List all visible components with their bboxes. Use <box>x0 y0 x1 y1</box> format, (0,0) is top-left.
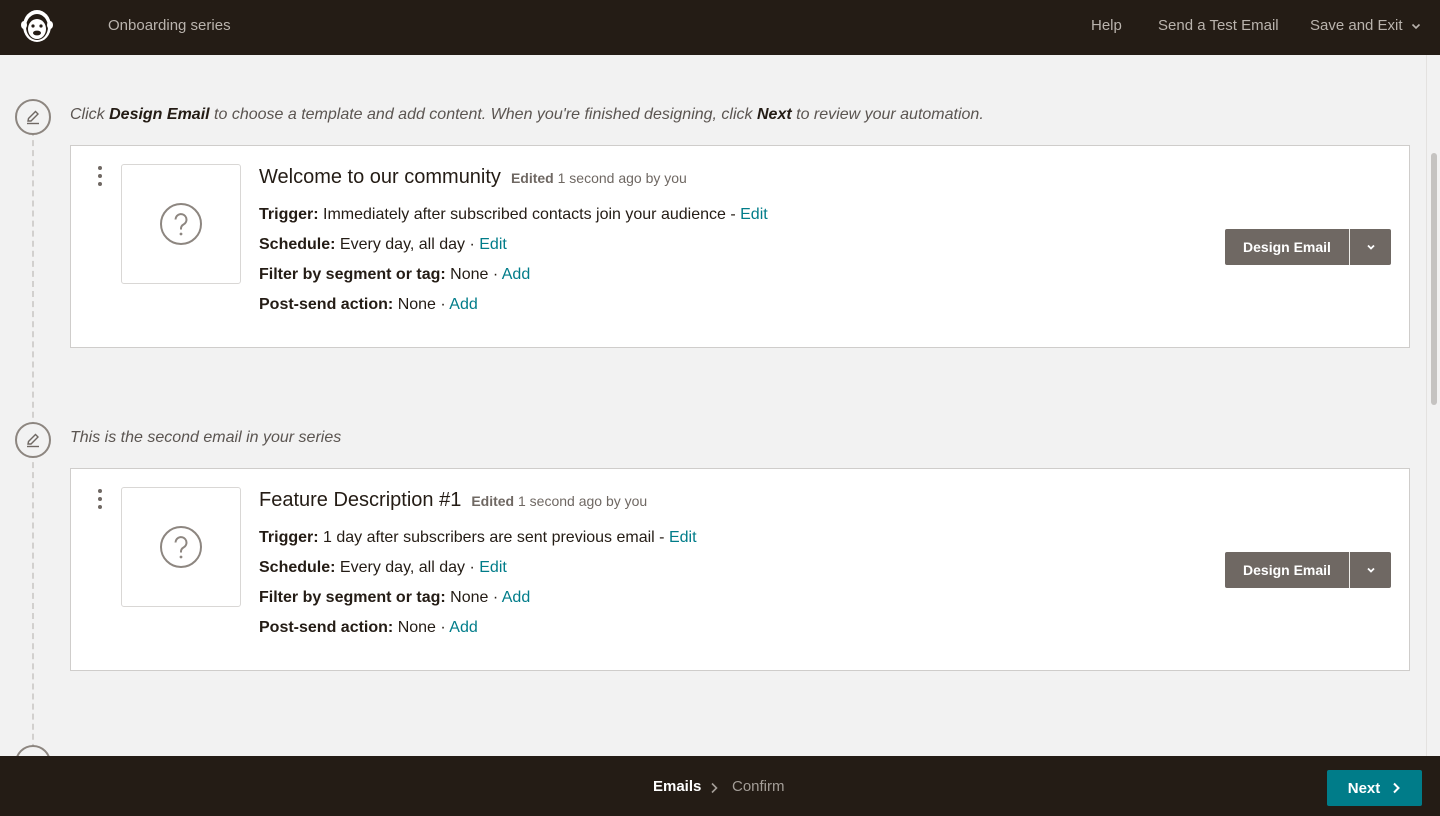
more-options-icon[interactable] <box>97 166 103 188</box>
more-options-icon[interactable] <box>97 489 103 511</box>
next-button-label: Next <box>1347 779 1381 797</box>
email-thumbnail[interactable] <box>121 487 241 607</box>
chevron-down-icon <box>1411 23 1420 29</box>
vertical-scrollbar[interactable] <box>1426 55 1440 756</box>
post-send-add-link[interactable]: Add <box>449 619 477 636</box>
post-send-row: Post-send action: None · Add <box>259 296 478 313</box>
schedule-row: Schedule: Every day, all day · Edit <box>259 559 507 576</box>
chevron-right-icon <box>711 782 718 794</box>
email-card-1: Welcome to our community Edited 1 second… <box>70 145 1410 348</box>
chevron-right-icon <box>1393 782 1401 794</box>
mailchimp-logo-icon[interactable] <box>18 5 56 45</box>
schedule-edit-link[interactable]: Edit <box>479 236 507 253</box>
help-link[interactable]: Help <box>1091 17 1122 34</box>
post-send-row: Post-send action: None · Add <box>259 619 478 636</box>
trigger-row: Trigger: Immediately after subscribed co… <box>259 206 768 223</box>
email-title: Welcome to our community <box>259 166 501 188</box>
trigger-row: Trigger: 1 day after subscribers are sen… <box>259 529 697 546</box>
edited-status: Edited 1 second ago by you <box>510 170 687 186</box>
schedule-row: Schedule: Every day, all day · Edit <box>259 236 507 253</box>
email-title: Feature Description #1 <box>259 489 462 511</box>
email-card-2: Feature Description #1 Edited 1 second a… <box>70 468 1410 671</box>
chevron-down-icon <box>1366 244 1375 250</box>
schedule-edit-link[interactable]: Edit <box>479 559 507 576</box>
send-test-email-link[interactable]: Send a Test Email <box>1158 17 1279 34</box>
edit-pencil-icon <box>15 99 51 135</box>
step-confirm[interactable]: Confirm <box>732 778 785 795</box>
scrollbar-thumb[interactable] <box>1431 153 1437 405</box>
automation-title: Onboarding series <box>108 17 231 34</box>
question-mark-icon <box>160 526 202 568</box>
step-emails[interactable]: Emails <box>653 778 701 795</box>
design-email-dropdown-button[interactable] <box>1349 229 1391 265</box>
post-send-add-link[interactable]: Add <box>449 296 477 313</box>
email-title-row: Feature Description #1 Edited 1 second a… <box>259 489 647 512</box>
filter-add-link[interactable]: Add <box>502 266 530 283</box>
design-email-button[interactable]: Design Email <box>1225 229 1349 265</box>
email-title-row: Welcome to our community Edited 1 second… <box>259 166 687 189</box>
edit-pencil-icon <box>15 422 51 458</box>
intro-instructions: Click Design Email to choose a template … <box>70 106 984 123</box>
filter-row: Filter by segment or tag: None · Add <box>259 589 531 606</box>
filter-add-link[interactable]: Add <box>502 589 530 606</box>
second-email-caption: This is the second email in your series <box>70 429 342 446</box>
trigger-edit-link[interactable]: Edit <box>740 206 768 223</box>
question-mark-icon <box>160 203 202 245</box>
next-button[interactable]: Next <box>1327 770 1422 806</box>
email-thumbnail[interactable] <box>121 164 241 284</box>
design-email-button-group: Design Email <box>1225 552 1391 588</box>
bottom-bar: Emails Confirm Next <box>0 756 1440 816</box>
top-bar: Onboarding series Help Send a Test Email… <box>0 0 1440 55</box>
design-email-button-group: Design Email <box>1225 229 1391 265</box>
save-and-exit-label: Save and Exit <box>1310 17 1403 34</box>
email-list-area: Click Design Email to choose a template … <box>0 55 1426 756</box>
edited-status: Edited 1 second ago by you <box>471 493 648 509</box>
save-and-exit-menu[interactable]: Save and Exit <box>1310 17 1421 34</box>
design-email-dropdown-button[interactable] <box>1349 552 1391 588</box>
design-email-button[interactable]: Design Email <box>1225 552 1349 588</box>
filter-row: Filter by segment or tag: None · Add <box>259 266 531 283</box>
edit-pencil-icon <box>15 745 51 756</box>
trigger-edit-link[interactable]: Edit <box>669 529 697 546</box>
chevron-down-icon <box>1366 567 1375 573</box>
